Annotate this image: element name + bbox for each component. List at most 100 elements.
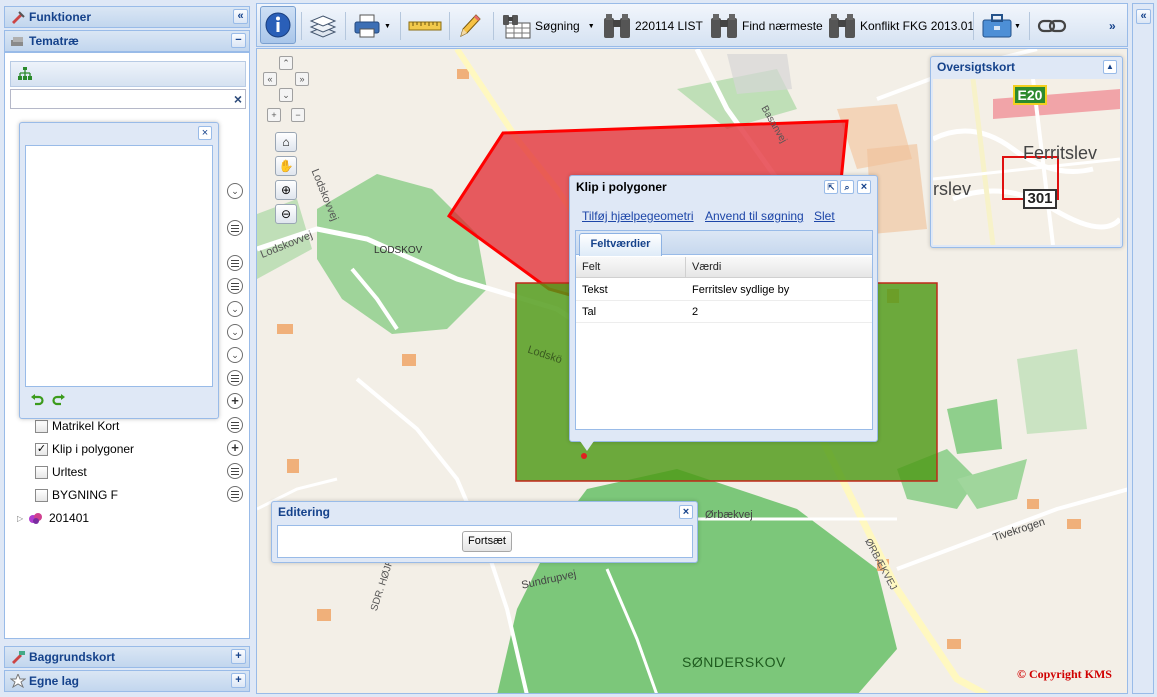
map-label: SØNDERSKOV [682,654,786,670]
column-header-vaerdi[interactable]: Værdi [686,257,872,278]
draw-button[interactable] [457,10,483,42]
zoom-in-small-icon[interactable]: + [267,108,281,122]
add-layer-icon[interactable]: + [227,440,243,456]
layers-button[interactable] [309,10,337,42]
klip-header: Klip i polygoner ⇱ ⌕ × [570,176,877,198]
clear-search-icon[interactable]: × [231,91,245,107]
binoculars-icon [711,14,737,38]
pan-left-icon[interactable]: « [263,72,277,86]
popup-pointer [580,441,594,451]
group-row-201401[interactable]: ▷ 201401 [17,508,89,528]
continue-button[interactable]: Fortsæt [462,531,512,552]
funktioner-header[interactable]: Funktioner « [4,6,250,28]
zoom-out-button[interactable]: ⊖ [275,204,297,224]
pan-up-icon[interactable]: ⌃ [279,56,293,70]
toolbar-more-button[interactable]: » [1109,10,1116,42]
zoom-in-icon: ⊕ [280,183,292,197]
dropdown-arrow-icon: ▼ [384,22,391,30]
layer-checkbox[interactable] [35,488,48,502]
expand-icon[interactable]: ⌄ [227,347,243,363]
info-button[interactable] [260,6,296,44]
add-layer-icon[interactable]: + [227,393,243,409]
print-button[interactable]: ▼ [353,10,391,42]
toolbox-icon [982,14,1012,38]
map-label: LODSKOV [374,245,423,256]
overview-map[interactable]: E20 Ferritslev rslev 301 [933,79,1120,245]
tree-search-input[interactable] [10,89,246,109]
collapse-up-icon[interactable]: ▲ [1103,60,1117,74]
list-button[interactable]: 220114 LIST [602,10,703,42]
expand-right-button[interactable]: « [1136,9,1151,24]
use-for-search-link[interactable]: Anvend til søgning [705,209,804,223]
layer-checkbox[interactable] [35,465,48,479]
layer-menu-icon[interactable] [227,255,243,271]
undo-icon[interactable] [30,393,44,407]
tree-structure-icon[interactable] [17,67,33,81]
redo-icon[interactable] [52,393,66,407]
add-helper-geometry-link[interactable]: Tilføj hjælpegeometri [582,209,694,223]
pan-right-icon[interactable]: » [295,72,309,86]
pan-down-icon[interactable]: ⌄ [279,88,293,102]
close-icon[interactable]: × [198,126,212,140]
expand-plus-button[interactable]: + [231,673,246,688]
layer-row-matrikel[interactable]: Matrikel Kort [35,416,119,436]
table-row[interactable]: Tekst Ferritslev sydlige by [576,279,872,301]
floating-panel-body [25,145,213,387]
overview-title: Oversigtskort [937,60,1016,74]
editering-body: Fortsæt [277,525,693,558]
collapse-left-button[interactable]: « [233,9,248,24]
close-icon[interactable]: × [857,180,871,194]
copyright-text: © Copyright KMS [1017,667,1112,681]
home-button[interactable]: ⌂ [275,132,297,152]
dropdown-arrow-icon: ▼ [587,22,595,30]
konflikt-button[interactable]: Konflikt FKG 2013.01 [827,10,974,42]
editering-title: Editering [278,505,331,519]
layer-checkbox[interactable] [35,419,48,433]
baggrundskort-header[interactable]: Baggrundskort + [4,646,250,668]
expand-icon[interactable]: ⌄ [227,301,243,317]
overview-header[interactable]: Oversigtskort ▲ [931,57,1122,77]
layer-row-bygning[interactable]: BYGNING F [35,485,118,505]
pin-icon[interactable]: ⇱ [824,180,838,194]
link-button[interactable] [1037,10,1067,42]
search-dropdown-button[interactable]: Søgning ▼ [501,10,595,42]
group-label: 201401 [49,511,90,525]
binoculars-icon [604,14,630,38]
binoculars-icon [829,14,855,38]
toolbox-button[interactable]: ▼ [981,10,1021,42]
table-row[interactable]: Tal 2 [576,301,872,323]
expand-arrow-icon[interactable]: ▷ [17,514,27,523]
layer-menu-icon[interactable] [227,486,243,502]
expand-icon[interactable]: ⌄ [227,183,243,199]
close-icon[interactable]: × [679,505,693,519]
tematrae-collapse-button[interactable]: − [231,33,246,48]
road-301-sign: 301 [1023,189,1057,209]
layer-menu-icon[interactable] [227,278,243,294]
star-icon [10,674,26,688]
find-nearest-button[interactable]: Find nærmeste [709,10,823,42]
tematrae-title: Tematræ [29,34,79,48]
tab-feltvaerdier[interactable]: Feltværdier [579,233,662,256]
zoom-in-button[interactable]: ⊕ [275,180,297,200]
map-canvas[interactable]: LODSKOV Lodskovvej Lodskovvej Lodskö SØN… [256,48,1128,694]
expand-plus-button[interactable]: + [231,649,246,664]
layer-menu-icon[interactable] [227,417,243,433]
column-header-felt[interactable]: Felt [576,257,686,278]
layer-checkbox-checked[interactable]: ✓ [35,442,48,456]
layer-row-urltest[interactable]: Urltest [35,462,87,482]
layer-menu-icon[interactable] [227,220,243,236]
table-cell: Ferritslev sydlige by [692,284,790,296]
egne-lag-header[interactable]: Egne lag + [4,670,250,692]
delete-link[interactable]: Slet [814,209,835,223]
tematrae-header[interactable]: Tematræ − [4,30,250,52]
layer-menu-icon[interactable] [227,463,243,479]
layer-label: Matrikel Kort [52,419,120,433]
e20-road-sign: E20 [1013,85,1047,105]
pan-hand-button[interactable]: ✋ [275,156,297,176]
layer-row-klip[interactable]: ✓ Klip i polygoner [35,439,134,459]
layer-menu-icon[interactable] [227,370,243,386]
zoom-to-icon[interactable]: ⌕ [840,180,854,194]
expand-icon[interactable]: ⌄ [227,324,243,340]
zoom-out-small-icon[interactable]: − [291,108,305,122]
measure-button[interactable] [408,10,442,42]
